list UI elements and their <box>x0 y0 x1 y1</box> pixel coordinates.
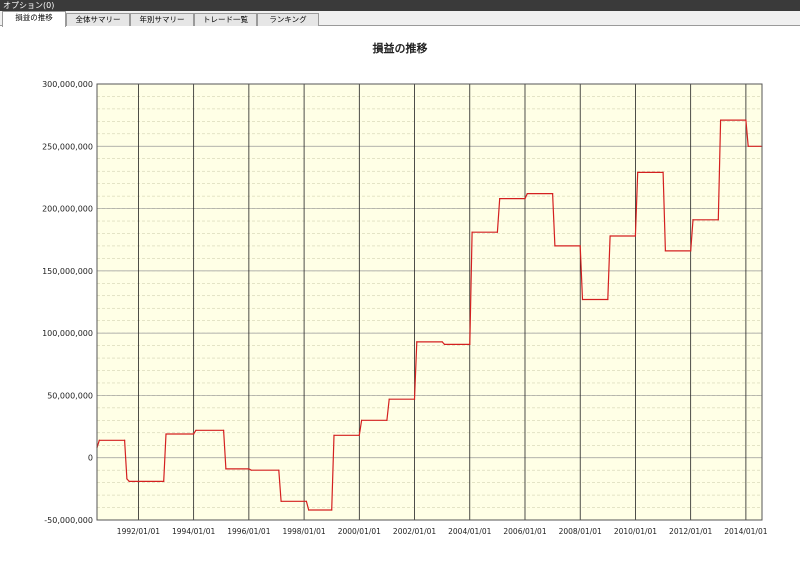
x-tick-label: 1992/01/01 <box>117 527 160 536</box>
data-point <box>526 193 528 195</box>
y-tick-label: 100,000,000 <box>42 329 93 338</box>
data-point <box>496 231 498 233</box>
chart-panel: 300,000,000 250,000,000 200,000,000 150,000… <box>0 26 800 578</box>
x-tick-label: 1996/01/01 <box>227 527 270 536</box>
y-tick-label: 250,000,000 <box>42 142 93 151</box>
data-point <box>193 433 195 435</box>
x-tick-label: 2002/01/01 <box>393 527 436 536</box>
data-point <box>499 198 501 200</box>
data-point <box>524 198 526 200</box>
data-point <box>717 219 719 221</box>
data-point <box>358 434 360 436</box>
y-tick-label: 0 <box>88 454 93 463</box>
data-point <box>719 119 722 121</box>
data-point <box>469 343 471 345</box>
y-tick-label: 150,000,000 <box>42 267 93 276</box>
data-point <box>747 145 749 147</box>
data-point <box>280 500 282 502</box>
data-point <box>248 468 250 470</box>
data-point <box>690 250 692 252</box>
data-point <box>692 219 694 221</box>
y-tick-label: -50,000,000 <box>44 516 93 525</box>
x-tick-label: 2006/01/01 <box>503 527 546 536</box>
y-tick-label: 300,000,000 <box>42 80 93 89</box>
data-point <box>128 480 130 482</box>
tab-trade-list[interactable]: トレード一覧 <box>194 13 257 26</box>
data-point <box>225 468 227 470</box>
tab-ranking[interactable]: ランキング <box>257 13 319 26</box>
data-point <box>441 341 443 343</box>
data-point <box>581 298 584 301</box>
chart-title: 損益の推移 <box>373 41 428 55</box>
tab-yearly-summary[interactable]: 年別サマリー <box>130 13 194 26</box>
data-point <box>634 235 637 237</box>
data-point <box>195 429 197 431</box>
data-point <box>308 509 310 511</box>
plot-area <box>96 83 763 521</box>
data-point <box>126 478 128 480</box>
x-tick-label: 2014/01/01 <box>724 527 767 536</box>
tab-bar: 損益の推移 全体サマリー 年別サマリー トレード一覧 ランキング <box>0 11 800 27</box>
x-tick-label: 2000/01/01 <box>338 527 381 536</box>
x-tick-label: 2012/01/01 <box>669 527 712 536</box>
x-tick-label: 1994/01/01 <box>172 527 215 536</box>
data-point <box>250 469 252 471</box>
x-tick-label: 2004/01/01 <box>448 527 491 536</box>
data-point <box>98 439 100 441</box>
data-point <box>222 429 225 431</box>
data-point <box>554 245 556 247</box>
data-point <box>163 480 165 482</box>
data-point <box>124 439 126 441</box>
window-title: オプション(0) <box>3 1 55 10</box>
data-point <box>333 434 335 436</box>
data-point <box>471 231 473 233</box>
window-title-bar: オプション(0) <box>0 0 800 11</box>
data-point <box>662 171 664 174</box>
data-point <box>552 193 554 195</box>
tab-overall-summary[interactable]: 全体サマリー <box>66 13 130 26</box>
data-point <box>413 398 416 400</box>
y-tick-label: 200,000,000 <box>42 205 93 214</box>
data-point <box>388 398 390 400</box>
data-point <box>305 500 307 502</box>
x-tick-label: 2008/01/01 <box>559 527 602 536</box>
data-point <box>579 245 581 247</box>
profit-chart: 300,000,000 250,000,000 200,000,000 150,000… <box>42 41 768 536</box>
data-point <box>664 250 666 252</box>
data-point <box>607 298 609 301</box>
y-tick-label: 50,000,000 <box>47 391 93 400</box>
data-point <box>609 235 611 237</box>
data-point <box>416 341 418 343</box>
data-point <box>386 419 388 421</box>
data-point <box>637 171 639 174</box>
data-point <box>165 433 167 435</box>
data-point <box>331 509 333 511</box>
data-point <box>443 343 446 345</box>
data-point <box>278 469 280 471</box>
x-tick-label: 1998/01/01 <box>282 527 325 536</box>
tab-profit-transition[interactable]: 損益の推移 <box>2 11 66 27</box>
x-tick-label: 2010/01/01 <box>614 527 657 536</box>
data-point <box>361 419 363 421</box>
data-point <box>745 119 747 121</box>
